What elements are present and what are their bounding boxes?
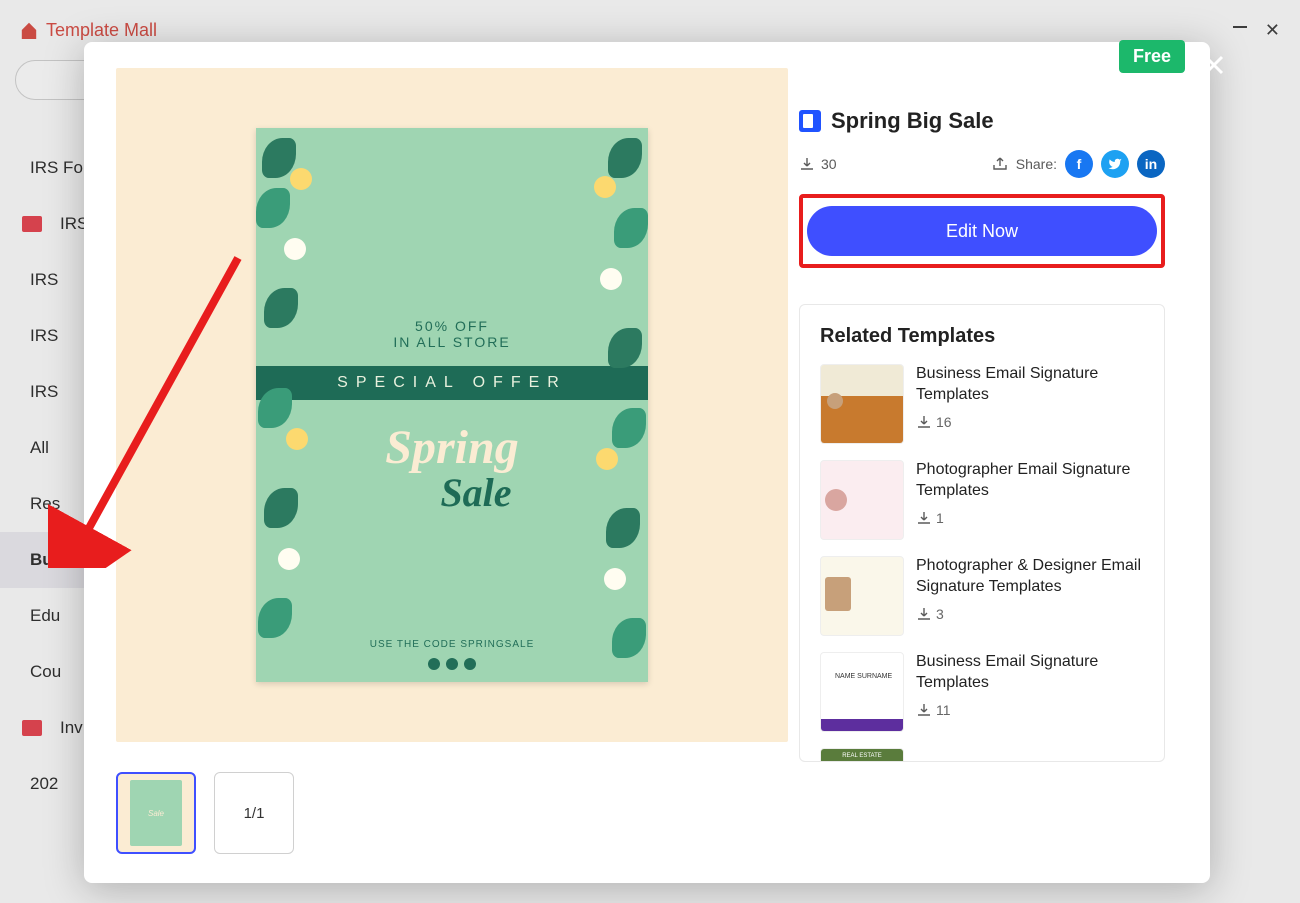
poster-social-icons [428,658,476,670]
template-title: Spring Big Sale [831,108,994,134]
share-label: Share: [1016,156,1057,172]
template-poster: 50% OFF IN ALL STORE SPECIAL OFFER Sprin… [256,128,648,682]
related-name: Photographer & Designer Email Signature … [916,556,1144,598]
related-heading: Related Templates [820,325,1144,348]
close-icon [1202,53,1226,77]
related-thumbnail [820,364,904,444]
related-template-item[interactable]: NAME SURNAME Business Email Signature Te… [820,652,1144,732]
poster-title-sale: Sale [440,469,511,516]
poster-discount-text: 50% OFF IN ALL STORE [393,318,510,350]
details-pane: Free Spring Big Sale 30 Share: f in [789,42,1183,883]
related-downloads: 1 [916,510,1144,526]
download-icon [916,510,932,526]
related-template-item[interactable]: Photographer Email Signature Templates 1 [820,460,1144,540]
thumbnail-row: Sale 1/1 [116,772,789,854]
edit-now-highlight: Edit Now [799,194,1165,268]
related-thumbnail [820,460,904,540]
poster-promo-code: USE THE CODE SPRINGSALE [370,639,535,650]
preview-area: 50% OFF IN ALL STORE SPECIAL OFFER Sprin… [84,42,789,883]
page-thumbnail[interactable]: Sale [116,772,196,854]
preview-canvas: 50% OFF IN ALL STORE SPECIAL OFFER Sprin… [116,68,788,742]
related-name: Business Email Signature Templates [916,364,1144,406]
related-thumbnail: NAME SURNAME [820,652,904,732]
poster-title-spring: Spring [385,420,518,475]
related-templates-panel: Related Templates Business Email Signatu… [799,304,1165,762]
app-icon [799,110,821,132]
related-name: Business Email Signature Templates [916,652,1144,694]
related-downloads: 16 [916,414,1144,430]
linkedin-icon[interactable]: in [1137,150,1165,178]
download-icon [916,606,932,622]
twitter-icon[interactable] [1101,150,1129,178]
download-icon [916,414,932,430]
related-name: Photographer Email Signature Templates [916,460,1144,502]
related-downloads: 11 [916,702,1144,718]
download-icon [916,702,932,718]
page-indicator: 1/1 [214,772,294,854]
related-thumbnail: REAL ESTATE [820,748,904,762]
related-template-item[interactable]: Photographer & Designer Email Signature … [820,556,1144,636]
related-downloads: 3 [916,606,1144,622]
download-icon [799,156,815,172]
related-template-item[interactable]: REAL ESTATE [820,748,1144,762]
download-count: 30 [799,156,837,172]
edit-now-button[interactable]: Edit Now [807,206,1157,256]
share-icon [992,156,1008,172]
free-badge: Free [1119,40,1185,73]
template-detail-modal: 50% OFF IN ALL STORE SPECIAL OFFER Sprin… [84,42,1210,883]
related-thumbnail [820,556,904,636]
close-modal-button[interactable] [1197,48,1231,82]
related-template-item[interactable]: Business Email Signature Templates 16 [820,364,1144,444]
facebook-icon[interactable]: f [1065,150,1093,178]
